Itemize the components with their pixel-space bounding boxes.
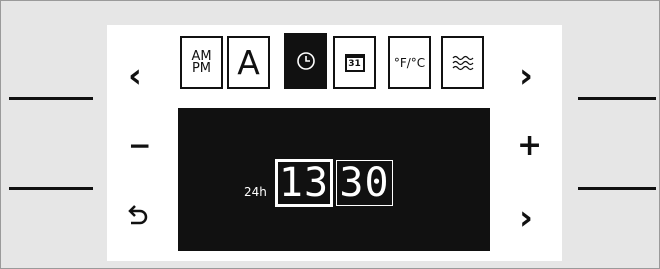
back-icon (128, 205, 148, 225)
hours-field[interactable]: 13 (275, 159, 333, 207)
tab-am-pm-label: AM PM (191, 48, 212, 76)
tab-display-font-label: A (237, 43, 260, 82)
time-mode-label: 24h (244, 185, 267, 199)
tab-display-font[interactable]: A (227, 36, 270, 89)
tab-calendar[interactable]: 31 (333, 36, 376, 89)
tab-temperature-unit-label: °F/°C (393, 55, 426, 70)
tab-calendar-label: 31 (348, 58, 361, 69)
minutes-field[interactable]: 30 (336, 160, 393, 206)
time-screen: 24h 13 30 (178, 108, 490, 251)
left-arrow-button[interactable]: ‹ (128, 59, 142, 93)
calendar-icon: 31 (344, 53, 365, 72)
right-arrow-top-button[interactable]: › (519, 59, 533, 93)
plus-button[interactable]: + (517, 131, 542, 161)
back-button[interactable] (125, 201, 149, 229)
minus-button[interactable]: − (128, 132, 151, 160)
waves-icon (452, 55, 473, 70)
tab-clock[interactable] (284, 33, 327, 89)
right-lower-touch-line[interactable] (578, 187, 656, 190)
tab-am-pm[interactable]: AM PM (180, 36, 223, 89)
tab-waves[interactable] (441, 36, 484, 89)
control-panel-frame: ‹ − › + › AM PM A 31 °F/°C 24h 13 30 (0, 0, 660, 269)
tab-temperature-unit[interactable]: °F/°C (388, 36, 431, 89)
right-upper-touch-line[interactable] (578, 97, 656, 100)
left-lower-touch-line[interactable] (9, 187, 93, 190)
left-upper-touch-line[interactable] (9, 97, 93, 100)
right-arrow-bottom-button[interactable]: › (519, 201, 533, 235)
display-panel: ‹ − › + › AM PM A 31 °F/°C 24h 13 30 (107, 25, 562, 261)
clock-icon (296, 52, 315, 70)
